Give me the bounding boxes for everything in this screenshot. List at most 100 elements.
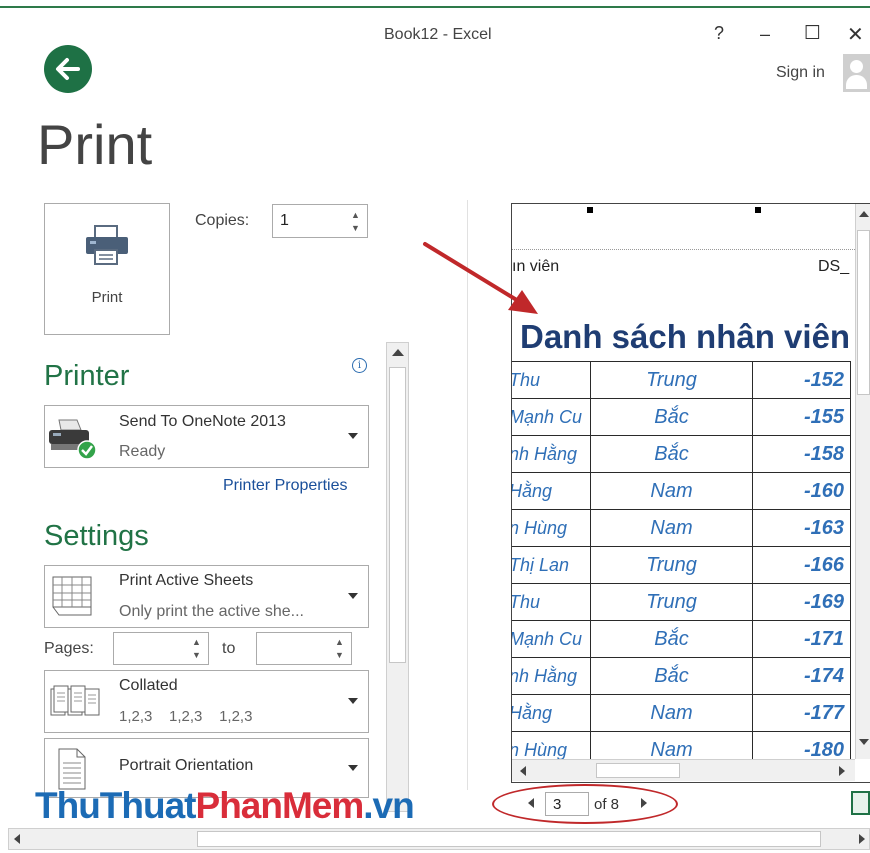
copies-stepper[interactable]: 1 ▲ ▼ [272, 204, 368, 238]
printer-status: Ready [119, 443, 166, 460]
employee-name-cell: n Hùng [512, 731, 591, 759]
header-margin-line [512, 249, 855, 250]
show-margins-icon[interactable] [851, 791, 870, 815]
scroll-right-icon[interactable] [859, 834, 865, 844]
value-cell: -166 [752, 546, 851, 584]
region-cell: Nam [589, 731, 754, 759]
table-row: nh Hằng Bắc -174 [512, 657, 851, 695]
margin-handle[interactable] [755, 207, 761, 213]
scrollbar-thumb[interactable] [857, 230, 870, 395]
employee-name-cell: Mạnh Cu [512, 620, 591, 658]
printer-name: Send To OneNote 2013 [119, 413, 286, 430]
current-page: 3 [553, 796, 562, 813]
collation-dropdown[interactable]: Collated 1,2,3 1,2,3 1,2,3 [44, 670, 369, 733]
sheet-title: Danh sách nhân viên [520, 318, 851, 355]
scroll-left-icon[interactable] [520, 766, 526, 776]
employee-name-cell: nh Hằng [512, 435, 591, 473]
preview-horizontal-scrollbar[interactable] [512, 759, 855, 781]
collation-title: Collated [119, 677, 178, 694]
region-cell: Nam [589, 694, 754, 732]
page-title: Print [37, 113, 153, 176]
sign-in-link[interactable]: Sign in [776, 64, 825, 82]
pages-label: Pages: [44, 640, 94, 657]
region-cell: Trung [589, 546, 754, 584]
printer-properties-link[interactable]: Printer Properties [223, 477, 348, 495]
increase-icon[interactable]: ▲ [335, 638, 345, 647]
value-cell: -174 [752, 657, 851, 695]
region-cell: Trung [589, 361, 754, 399]
increase-icon[interactable]: ▲ [351, 211, 361, 220]
increase-icon[interactable]: ▲ [192, 638, 202, 647]
preview-vertical-scrollbar[interactable] [855, 204, 870, 759]
region-cell: Nam [589, 472, 754, 510]
collation-subtitle: 1,2,3 1,2,3 1,2,3 [119, 708, 253, 725]
minimize-button[interactable]: – [760, 24, 770, 45]
help-button[interactable]: ? [714, 23, 724, 44]
backstage-horizontal-scrollbar[interactable] [8, 828, 870, 850]
sheet-grid-icon [52, 576, 92, 616]
print-what-dropdown[interactable]: Print Active Sheets Only print the activ… [44, 565, 369, 628]
scrollbar-thumb[interactable] [389, 367, 406, 663]
watermark-part-2: PhanMem [195, 785, 365, 826]
table-row: Mạnh Cu Bắc -155 [512, 398, 851, 436]
table-row: Hằng Nam -160 [512, 472, 851, 510]
value-cell: -171 [752, 620, 851, 658]
printer-dropdown[interactable]: Send To OneNote 2013 Ready [44, 405, 369, 468]
value-cell: -155 [752, 398, 851, 436]
maximize-button[interactable]: ☐ [804, 22, 821, 45]
next-page-icon[interactable] [641, 798, 647, 808]
printer-device-icon [49, 419, 97, 460]
avatar[interactable] [843, 54, 870, 92]
scroll-up-icon[interactable] [392, 349, 404, 356]
table-row: n Hùng Nam -163 [512, 509, 851, 547]
window-title: Book12 - Excel [384, 26, 492, 43]
print-what-subtitle: Only print the active she... [119, 603, 304, 620]
info-icon[interactable]: i [352, 358, 367, 373]
scroll-right-icon[interactable] [839, 766, 845, 776]
print-button[interactable]: Print [44, 203, 170, 335]
settings-scrollbar[interactable] [386, 342, 409, 812]
value-cell: -152 [752, 361, 851, 399]
employee-name-cell: Thị Lan [512, 546, 591, 584]
value-cell: -169 [752, 583, 851, 621]
scrollbar-thumb[interactable] [596, 763, 680, 778]
back-button[interactable] [44, 45, 92, 93]
value-cell: -158 [752, 435, 851, 473]
preview-page: ın viên DS_ Danh sách nhân viên Thu Trung… [512, 204, 855, 759]
pages-to-input[interactable]: ▲ ▼ [256, 632, 352, 665]
value-cell: -160 [752, 472, 851, 510]
region-cell: Trung [589, 583, 754, 621]
table-row: Thị Lan Trung -166 [512, 546, 851, 584]
decrease-icon[interactable]: ▼ [335, 651, 345, 660]
employee-name-cell: Hằng [512, 472, 591, 510]
previous-page-icon[interactable] [528, 798, 534, 808]
print-what-title: Print Active Sheets [119, 572, 254, 589]
decrease-icon[interactable]: ▼ [192, 651, 202, 660]
region-cell: Bắc [589, 398, 754, 436]
print-button-label: Print [91, 289, 123, 306]
region-cell: Bắc [589, 657, 754, 695]
value-cell: -180 [752, 731, 851, 759]
scroll-up-icon[interactable] [859, 211, 869, 217]
employee-name-cell: n Hùng [512, 509, 591, 547]
page-count: of 8 [594, 796, 620, 813]
employee-name-cell: Thu [512, 361, 591, 399]
scroll-down-icon[interactable] [859, 739, 869, 745]
margin-handle[interactable] [587, 207, 593, 213]
scrollbar-thumb[interactable] [197, 831, 821, 847]
chevron-down-icon [348, 765, 358, 771]
chevron-down-icon [348, 593, 358, 599]
chevron-down-icon [348, 698, 358, 704]
employee-name-cell: nh Hằng [512, 657, 591, 695]
region-cell: Nam [589, 509, 754, 547]
print-preview[interactable]: ın viên DS_ Danh sách nhân viên Thu Trung… [511, 203, 870, 783]
collated-pages-icon [50, 685, 100, 716]
page-number-input[interactable]: 3 [545, 792, 589, 816]
pages-from-input[interactable]: ▲ ▼ [113, 632, 209, 665]
annotation-arrow-icon [423, 242, 538, 314]
value-cell: -177 [752, 694, 851, 732]
watermark-part-3: .vn [363, 785, 414, 826]
close-button[interactable]: ✕ [847, 22, 864, 47]
scroll-left-icon[interactable] [14, 834, 20, 844]
decrease-icon[interactable]: ▼ [351, 224, 361, 233]
